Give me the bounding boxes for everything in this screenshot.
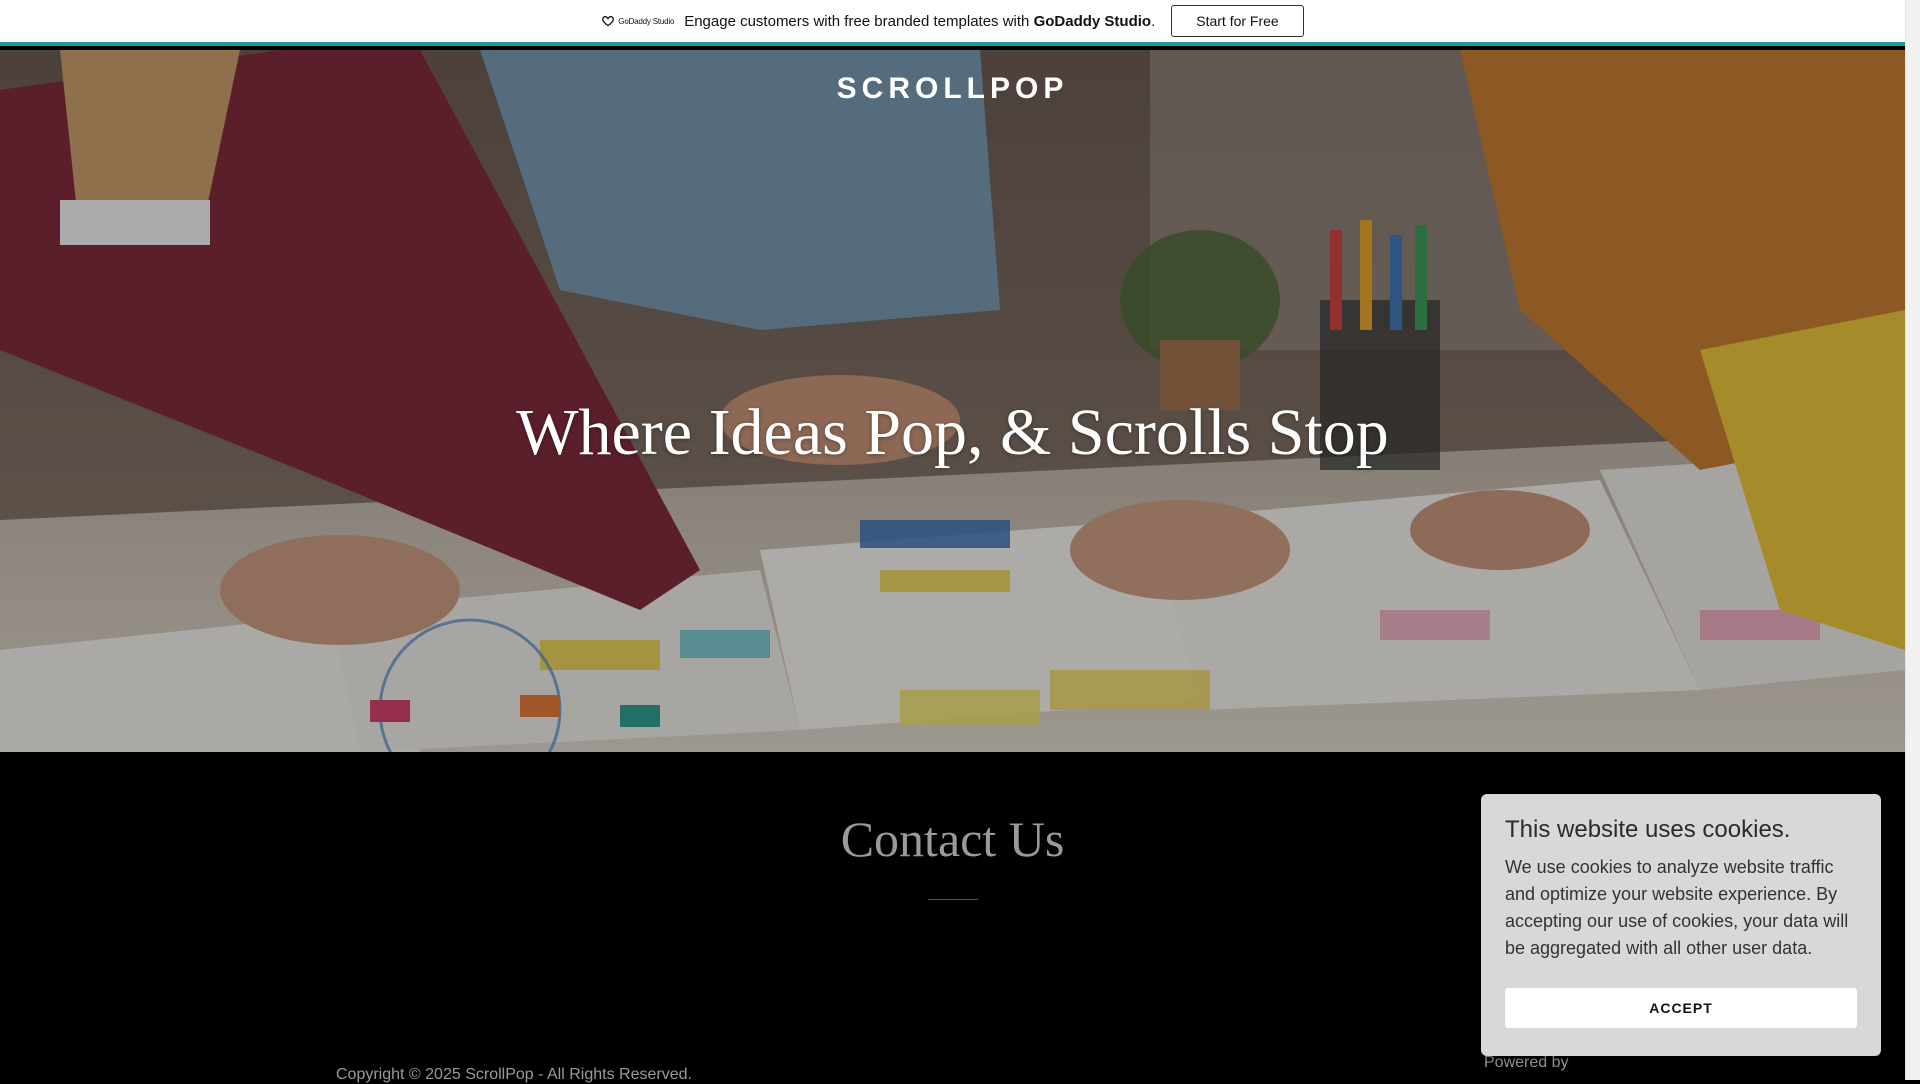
godaddy-logo-text: GoDaddy Studio <box>618 16 675 26</box>
godaddy-logo-icon <box>602 16 615 27</box>
promo-banner: GoDaddy Studio Engage customers with fre… <box>0 0 1905 46</box>
powered-by-text: Powered by <box>1484 1054 1569 1071</box>
promo-period: . <box>1151 12 1156 30</box>
cookie-banner: This website uses cookies. We use cookie… <box>1481 794 1881 1056</box>
hero-section: SCROLLPOP Where Ideas Pop, & Scrolls Sto… <box>0 50 1905 752</box>
section-divider <box>928 899 978 900</box>
promo-brand: GoDaddy Studio <box>1033 12 1152 30</box>
cookie-description: We use cookies to analyze website traffi… <box>1505 857 1849 958</box>
accept-cookies-button[interactable]: ACCEPT <box>1505 988 1857 1028</box>
start-for-free-button[interactable]: Start for Free <box>1171 5 1304 37</box>
promo-message: Engage customers with free branded templ… <box>684 13 1155 30</box>
copyright-text: Copyright © 2025 ScrollPop - All Rights … <box>336 1066 692 1083</box>
promo-message-text: Engage customers with free branded templ… <box>684 12 1030 30</box>
godaddy-studio-logo: GoDaddy Studio <box>601 15 674 27</box>
page-scrollbar[interactable] <box>1905 0 1920 1080</box>
site-title[interactable]: SCROLLPOP <box>0 72 1905 106</box>
hero-headline: Where Ideas Pop, & Scrolls Stop <box>516 396 1389 469</box>
cookie-title: This website uses cookies. <box>1505 816 1791 843</box>
